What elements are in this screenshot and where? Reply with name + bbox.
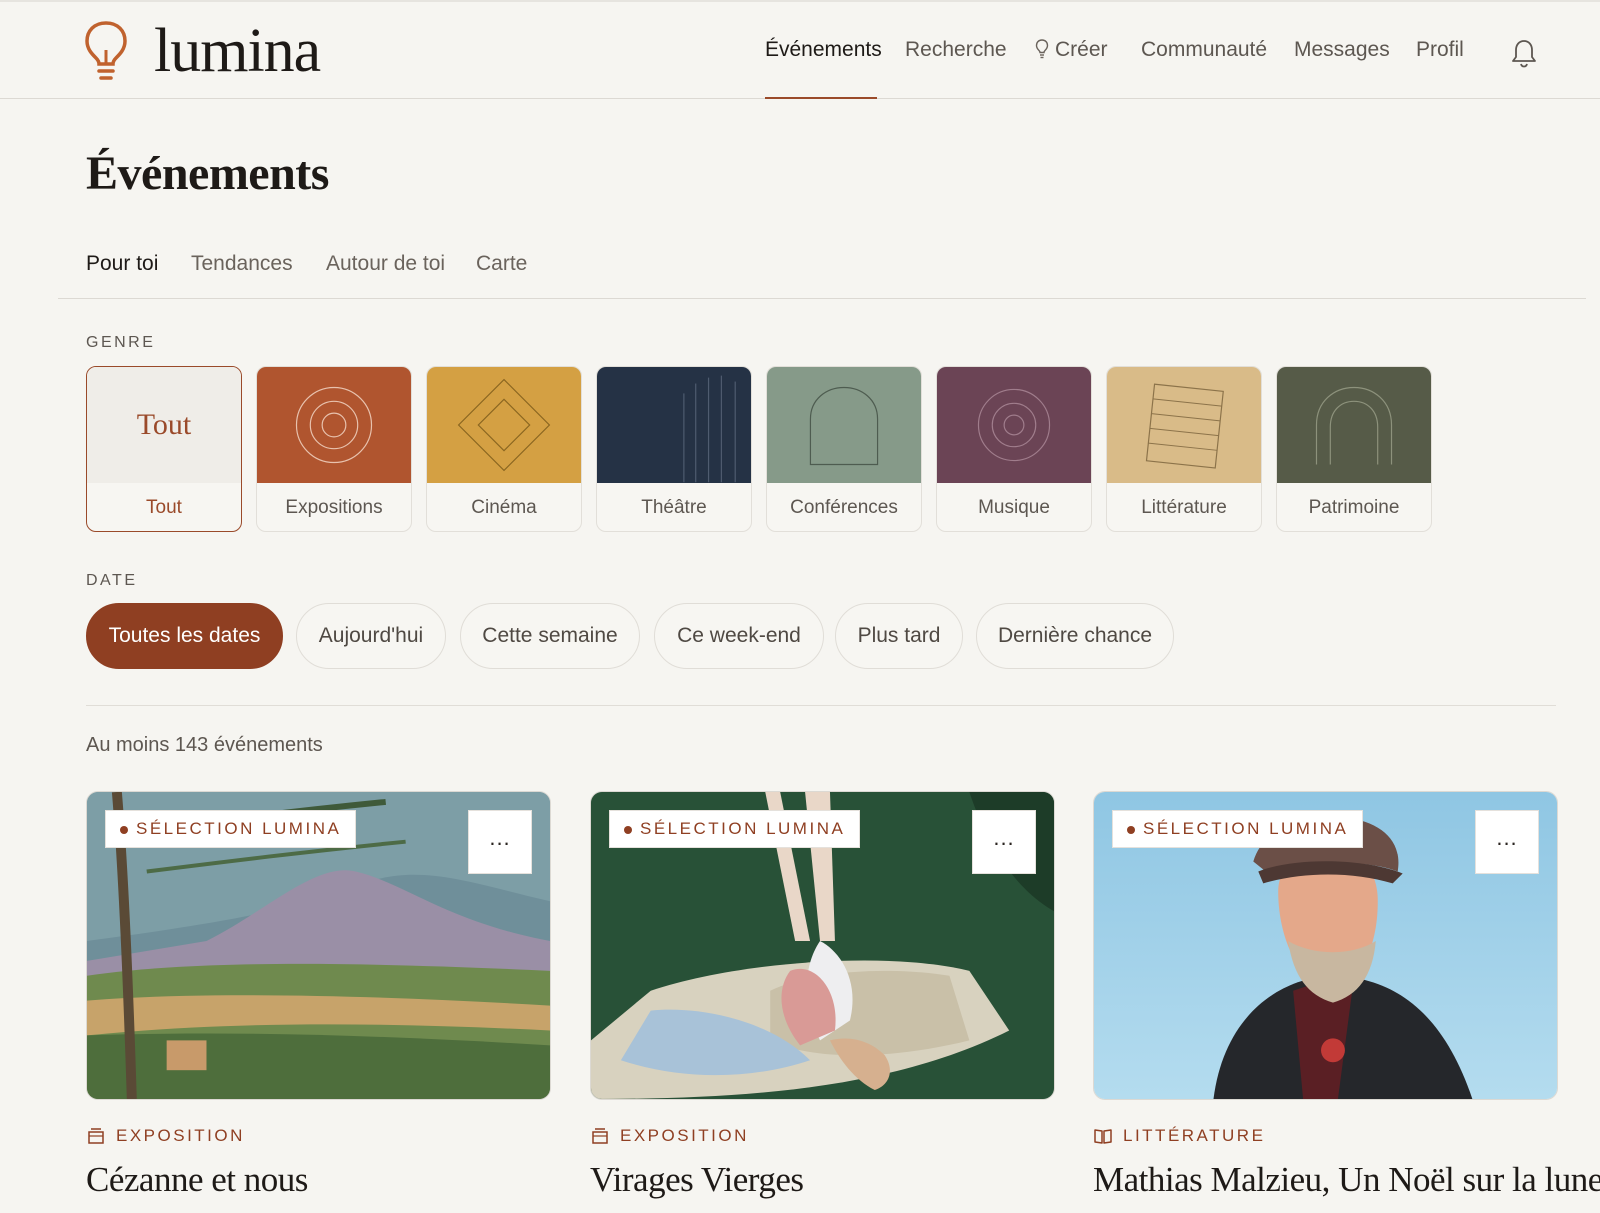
nav-item-recherche[interactable]: Recherche (905, 38, 1007, 62)
more-options-button[interactable]: ... (468, 810, 532, 874)
tab-autour-de-toi[interactable]: Autour de toi (326, 252, 445, 276)
exhibition-icon (592, 1128, 608, 1144)
event-image[interactable]: SÉLECTION LUMINA ... (1093, 791, 1558, 1100)
genre-tile-conferences[interactable]: Conférences (766, 366, 922, 532)
date-pill-toutes-les-dates[interactable]: Toutes les dates (86, 603, 283, 669)
genre-label: Tout (146, 497, 182, 518)
genre-art-tout: Tout (87, 367, 241, 483)
tab-carte[interactable]: Carte (476, 252, 527, 276)
date-pill-ce-week-end[interactable]: Ce week-end (654, 603, 824, 669)
genre-section-label: GENRE (86, 334, 156, 351)
results-divider (86, 705, 1556, 706)
date-section-label: DATE (86, 572, 138, 589)
selection-badge: SÉLECTION LUMINA (1112, 810, 1364, 848)
nav-item-evenements[interactable]: Événements (765, 38, 882, 62)
genre-label: Cinéma (471, 497, 537, 518)
nav-item-creer-label: Créer (1055, 38, 1108, 61)
active-nav-indicator (765, 97, 877, 99)
event-category: EXPOSITION (86, 1126, 551, 1146)
genre-tile-musique[interactable]: Musique (936, 366, 1092, 532)
selection-badge: SÉLECTION LUMINA (105, 810, 357, 848)
genre-label: Patrimoine (1308, 497, 1400, 518)
genre-tile-cinema[interactable]: Cinéma (426, 366, 582, 532)
genre-tile-theatre[interactable]: Théâtre (596, 366, 752, 532)
event-image[interactable]: SÉLECTION LUMINA ... (590, 791, 1055, 1100)
genre-label: Conférences (790, 497, 898, 518)
arch-icon (767, 367, 921, 483)
date-pill-plus-tard[interactable]: Plus tard (835, 603, 963, 669)
more-options-button[interactable]: ... (972, 810, 1036, 874)
exhibition-icon (88, 1128, 104, 1144)
subtabs-divider (58, 298, 1586, 299)
lightbulb-icon (1035, 39, 1049, 59)
nav-item-profil[interactable]: Profil (1416, 38, 1464, 62)
event-card[interactable]: SÉLECTION LUMINA ... EXPOSITION Cézanne … (86, 791, 551, 1200)
event-category: EXPOSITION (590, 1126, 1055, 1146)
event-card[interactable]: SÉLECTION LUMINA ... LITTÉRATURE Mathias… (1093, 791, 1600, 1200)
genre-label: Théâtre (641, 497, 707, 518)
event-category-label: EXPOSITION (620, 1126, 749, 1145)
main-nav: Événements Recherche Créer Communauté Me… (0, 2, 1600, 99)
date-pill-aujourdhui[interactable]: Aujourd'hui (296, 603, 446, 669)
genre-tile-litterature[interactable]: Littérature (1106, 366, 1262, 532)
event-card[interactable]: SÉLECTION LUMINA ... EXPOSITION Virages … (590, 791, 1055, 1200)
concentric-circles-icon (257, 367, 411, 483)
genre-tile-expositions[interactable]: Expositions (256, 366, 412, 532)
event-category: LITTÉRATURE (1093, 1126, 1558, 1146)
nav-item-communaute[interactable]: Communauté (1141, 38, 1267, 62)
more-options-button[interactable]: ... (1475, 810, 1539, 874)
nav-item-messages[interactable]: Messages (1294, 38, 1390, 62)
genre-tile-tout[interactable]: Tout Tout (86, 366, 242, 532)
date-pill-cette-semaine[interactable]: Cette semaine (460, 603, 640, 669)
genre-label: Expositions (285, 497, 383, 518)
event-title[interactable]: Virages Vierges (590, 1160, 1055, 1200)
vinyl-circles-icon (937, 367, 1091, 483)
genre-tile-patrimoine[interactable]: Patrimoine (1276, 366, 1432, 532)
tab-pour-toi[interactable]: Pour toi (86, 252, 158, 276)
date-pill-derniere-chance[interactable]: Dernière chance (976, 603, 1174, 669)
book-icon (1094, 1129, 1112, 1144)
genre-label: Littérature (1141, 497, 1227, 518)
selection-badge: SÉLECTION LUMINA (609, 810, 861, 848)
page-title: Événements (86, 147, 329, 200)
page-lines-icon (1107, 367, 1261, 483)
event-title[interactable]: Mathias Malzieu, Un Noël sur la lune (1093, 1160, 1600, 1200)
diamond-icon (427, 367, 581, 483)
event-category-label: EXPOSITION (116, 1126, 245, 1145)
top-navigation-bar: lumina Événements Recherche Créer Commun… (0, 0, 1600, 99)
bell-icon[interactable] (1510, 38, 1538, 68)
curtain-lines-icon (597, 367, 751, 483)
genre-label: Musique (978, 497, 1050, 518)
event-category-label: LITTÉRATURE (1123, 1126, 1266, 1145)
tab-tendances[interactable]: Tendances (191, 252, 293, 276)
event-title[interactable]: Cézanne et nous (86, 1160, 551, 1200)
results-count: Au moins 143 événements (86, 734, 323, 756)
genre-art-text: Tout (136, 408, 192, 441)
event-image[interactable]: SÉLECTION LUMINA ... (86, 791, 551, 1100)
double-arch-icon (1277, 367, 1431, 483)
nav-item-creer[interactable]: Créer (1035, 38, 1108, 62)
